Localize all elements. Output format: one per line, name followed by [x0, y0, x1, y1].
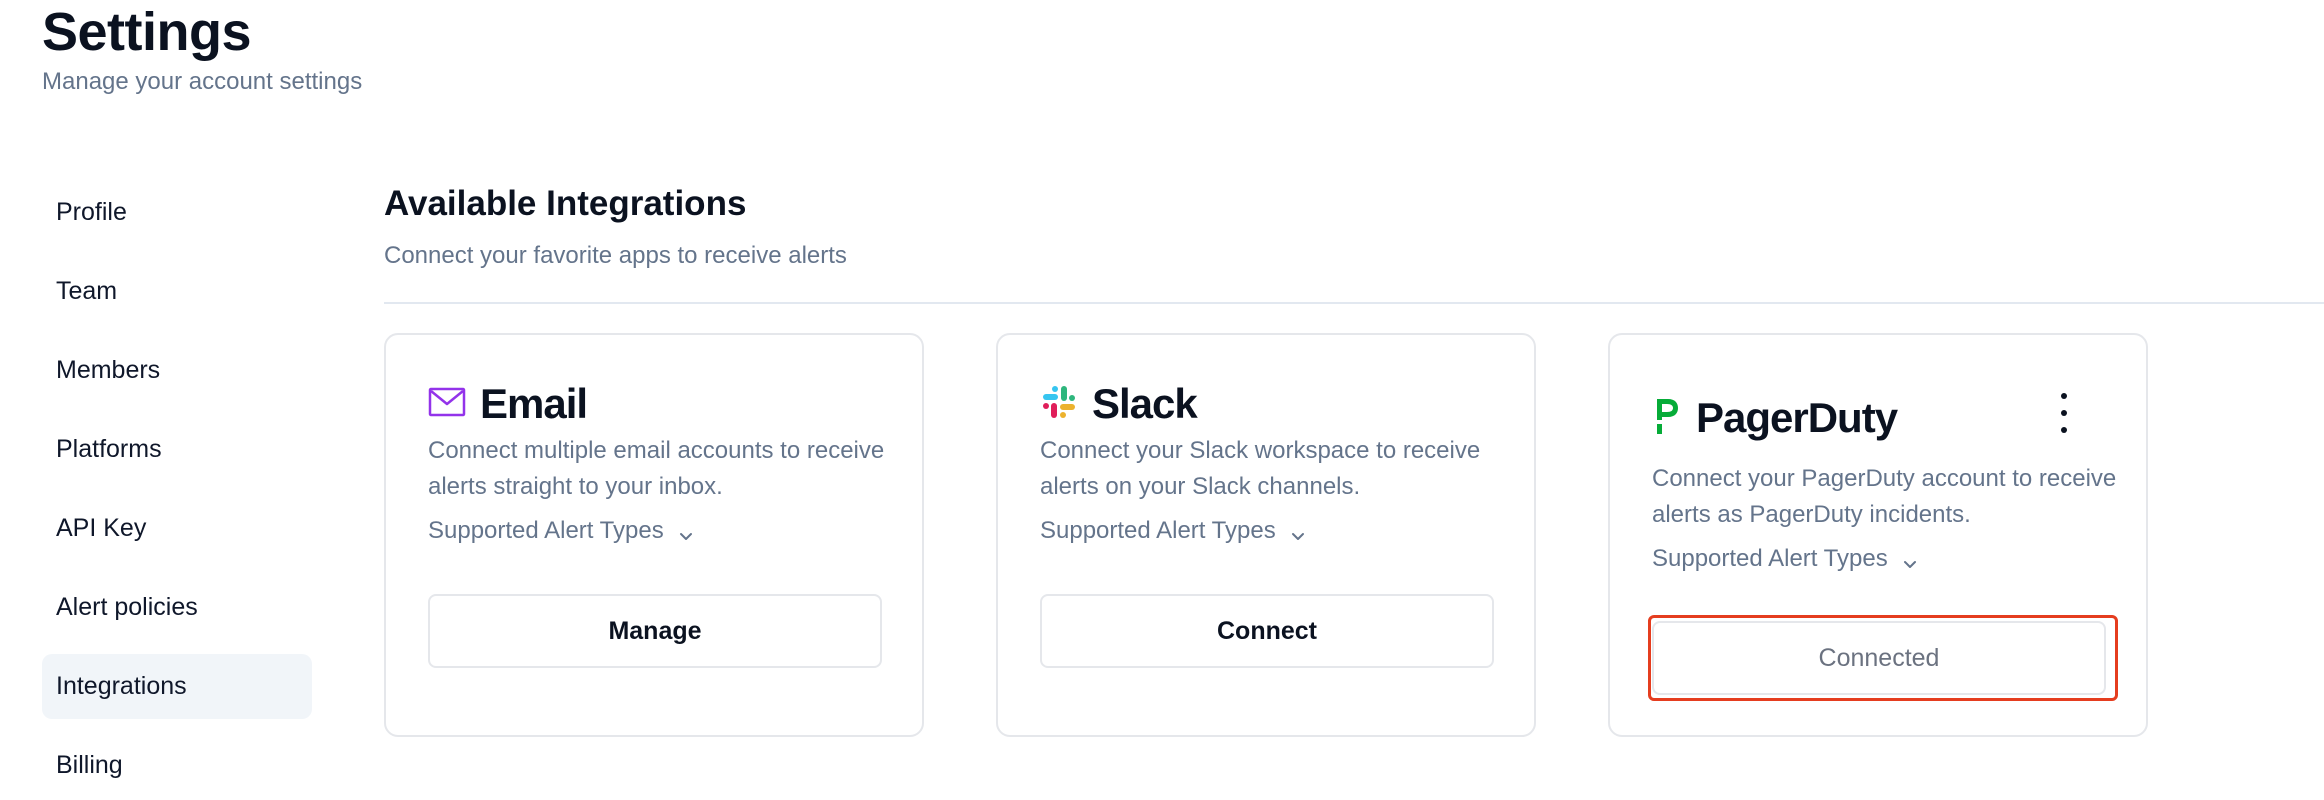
- chevron-down-icon: [678, 523, 694, 540]
- sidebar-item-billing[interactable]: Billing: [42, 733, 312, 798]
- sidebar-item-api-key[interactable]: API Key: [42, 496, 312, 561]
- highlight-box: [1648, 615, 2118, 701]
- section-divider: [384, 302, 2324, 304]
- integration-card-email: Email Connect multiple email accounts to…: [384, 333, 924, 737]
- sidebar-item-platforms[interactable]: Platforms: [42, 417, 312, 482]
- integration-description: Connect your Slack workspace to receive …: [1040, 437, 1481, 500]
- settings-page: Settings Manage your account settings Pr…: [0, 0, 2324, 800]
- section-title: Available Integrations: [384, 184, 747, 223]
- integration-description: Connect your PagerDuty account to receiv…: [1652, 465, 2117, 528]
- chevron-down-icon: [1902, 551, 1918, 568]
- page-subtitle: Manage your account settings: [42, 68, 363, 95]
- envelope-icon: [428, 387, 466, 422]
- manage-button[interactable]: Manage: [428, 594, 882, 668]
- sidebar-item-label: Platforms: [56, 435, 162, 463]
- sidebar-item-label: Billing: [56, 751, 123, 779]
- sidebar-item-label: Profile: [56, 198, 127, 226]
- integration-name: Email: [480, 380, 588, 427]
- card-header: Email: [428, 379, 588, 429]
- supported-alert-types-label: Supported Alert Types: [428, 517, 664, 544]
- settings-sidebar: Profile Team Members Platforms API Key A…: [42, 180, 312, 800]
- supported-alert-types-toggle[interactable]: Supported Alert Types: [1040, 517, 1306, 545]
- sidebar-item-members[interactable]: Members: [42, 338, 312, 403]
- supported-alert-types-toggle[interactable]: Supported Alert Types: [428, 517, 694, 545]
- sidebar-item-label: Members: [56, 356, 161, 384]
- integration-card-slack: Slack Connect your Slack workspace to re…: [996, 333, 1536, 737]
- supported-alert-types-toggle[interactable]: Supported Alert Types: [1652, 545, 1918, 573]
- card-header: PagerDuty: [1652, 393, 1898, 443]
- page-title: Settings: [42, 2, 252, 62]
- integration-name: PagerDuty: [1696, 394, 1898, 441]
- sidebar-item-team[interactable]: Team: [42, 259, 312, 324]
- card-header: Slack: [1040, 379, 1198, 429]
- sidebar-item-label: Integrations: [56, 672, 187, 700]
- sidebar-item-profile[interactable]: Profile: [42, 180, 312, 245]
- sidebar-item-label: API Key: [56, 514, 147, 542]
- sidebar-item-alert-policies[interactable]: Alert policies: [42, 575, 312, 640]
- more-options-icon[interactable]: [2052, 393, 2076, 433]
- sidebar-item-label: Alert policies: [56, 593, 198, 621]
- integration-description: Connect multiple email accounts to recei…: [428, 437, 885, 500]
- sidebar-item-label: Team: [56, 277, 118, 305]
- integration-name: Slack: [1092, 380, 1198, 427]
- section-subtitle: Connect your favorite apps to receive al…: [384, 242, 847, 269]
- integration-card-pagerduty: PagerDuty Connect your PagerDuty account…: [1608, 333, 2148, 737]
- chevron-down-icon: [1290, 523, 1306, 540]
- supported-alert-types-label: Supported Alert Types: [1652, 545, 1888, 572]
- supported-alert-types-label: Supported Alert Types: [1040, 517, 1276, 544]
- pagerduty-logo-icon: [1652, 396, 1682, 441]
- sidebar-item-integrations[interactable]: Integrations: [42, 654, 312, 719]
- slack-logo-icon: [1040, 383, 1078, 426]
- connect-button[interactable]: Connect: [1040, 594, 1494, 668]
